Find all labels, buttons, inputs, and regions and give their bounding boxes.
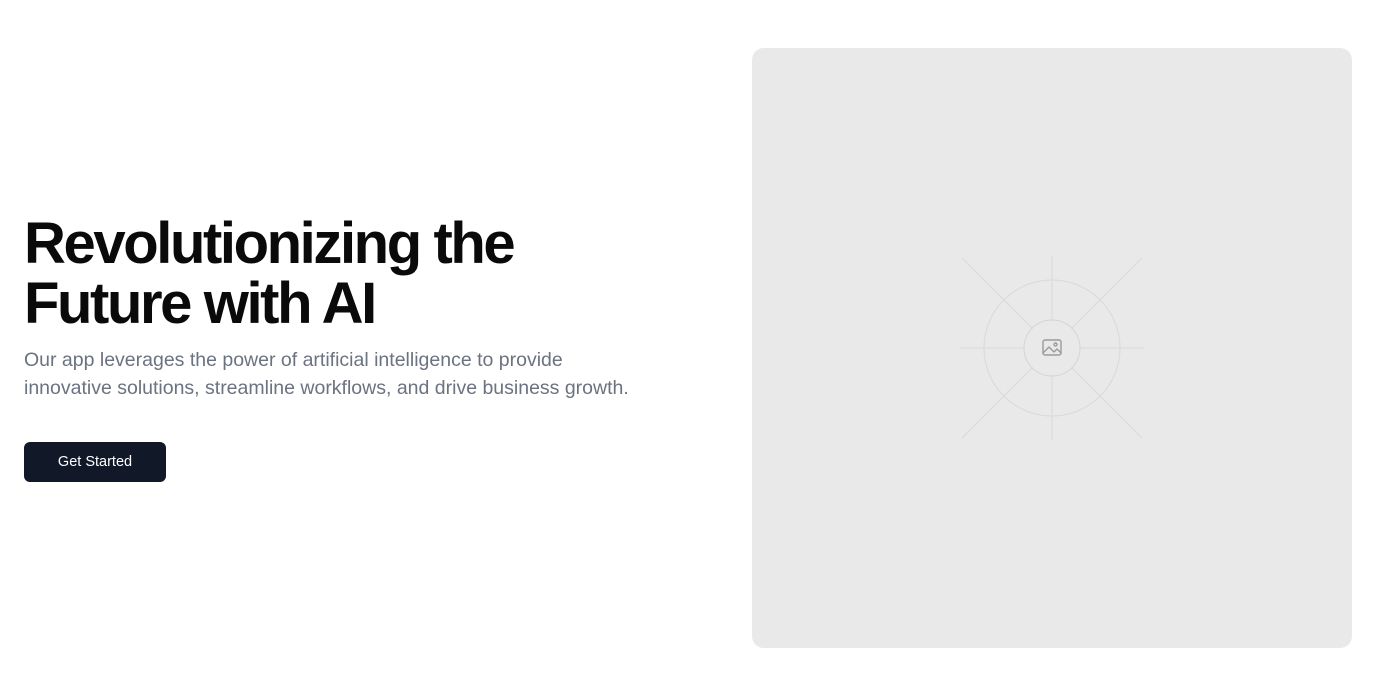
- hero-title: Revolutionizing the Future with AI: [24, 214, 584, 334]
- hero-text-block: Revolutionizing the Future with AI Our a…: [24, 214, 664, 402]
- hero-image-placeholder: [752, 48, 1352, 648]
- get-started-button[interactable]: Get Started: [24, 442, 166, 482]
- hero-title-line-1: Revolutionizing the: [24, 211, 516, 276]
- hero-description: Our app leverages the power of artificia…: [24, 349, 629, 399]
- hero-title-line-2: Future with AI: [24, 271, 377, 336]
- placeholder-graphic: [960, 256, 1144, 440]
